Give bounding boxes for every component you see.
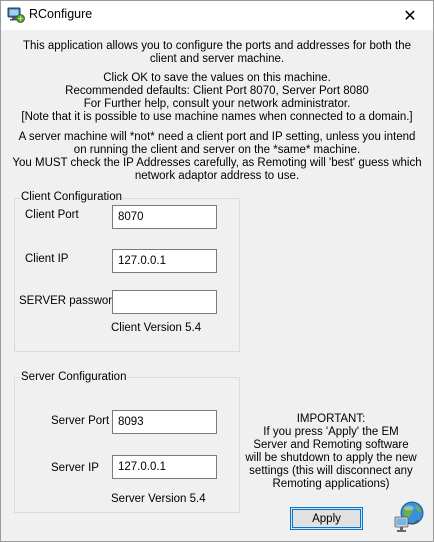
- client-version: Client Version 5.4: [111, 322, 202, 334]
- server-configuration-label: Server Configuration: [20, 371, 128, 383]
- intro-text: This application allows you to configure…: [22, 40, 412, 65]
- client-configuration-label: Client Configuration: [20, 191, 124, 203]
- title-bar[interactable]: RConfigure ✕: [1, 1, 433, 30]
- apply-button[interactable]: Apply: [290, 507, 363, 530]
- rconfigure-window: RConfigure ✕ This application allows you…: [0, 0, 434, 542]
- server-port-input[interactable]: [112, 410, 217, 434]
- window-title: RConfigure: [29, 7, 93, 21]
- server-password-label: SERVER password: [19, 295, 119, 307]
- network-globe-icon: [394, 501, 424, 532]
- close-button[interactable]: ✕: [387, 1, 433, 30]
- server-version: Server Version 5.4: [111, 493, 206, 505]
- server-port-label: Server Port: [51, 415, 110, 427]
- client-port-label: Client Port: [25, 209, 79, 221]
- important-notice: IMPORTANT: If you press 'Apply' the EM S…: [245, 413, 417, 490]
- server-note: A server machine will *not* need a clien…: [12, 131, 422, 182]
- client-ip-input[interactable]: [112, 249, 217, 273]
- server-password-input[interactable]: [112, 290, 217, 314]
- client-port-input[interactable]: [112, 205, 217, 229]
- dialog-body: This application allows you to configure…: [1, 30, 433, 541]
- server-ip-input[interactable]: [112, 455, 217, 479]
- client-ip-label: Client IP: [25, 253, 69, 265]
- server-ip-label: Server IP: [51, 462, 99, 474]
- app-icon: [7, 7, 25, 23]
- close-icon: ✕: [403, 7, 417, 25]
- save-instructions: Click OK to save the values on this mach…: [21, 72, 413, 123]
